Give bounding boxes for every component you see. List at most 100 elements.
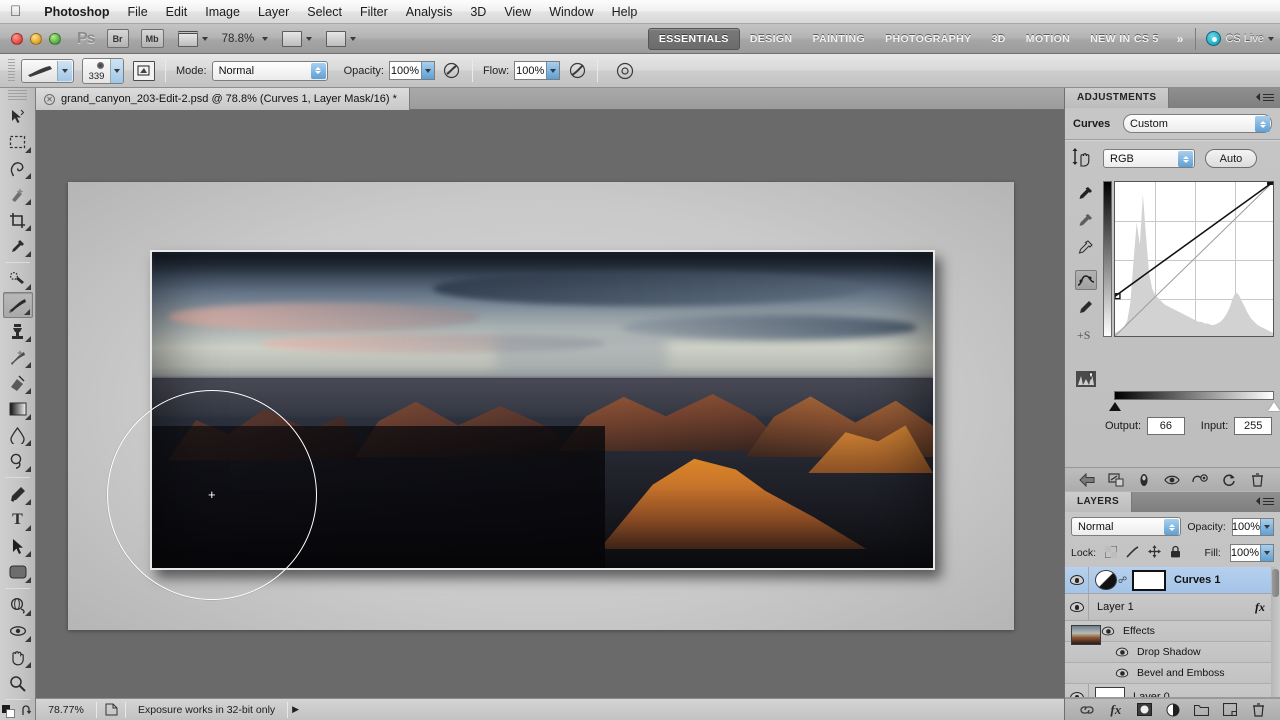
bridge-button[interactable]: Br	[106, 29, 129, 48]
curves-preset-select[interactable]: Custom	[1123, 114, 1272, 133]
brush-tool[interactable]	[2, 292, 33, 318]
lock-transparency-icon[interactable]	[1104, 545, 1118, 561]
gradient-tool[interactable]	[3, 396, 33, 422]
workspace-photography[interactable]: PHOTOGRAPHY	[875, 24, 981, 54]
mask-link-icon[interactable]: ☍	[1117, 575, 1128, 586]
clip-to-layer-icon[interactable]	[1134, 471, 1154, 489]
eyedropper-tool[interactable]	[3, 233, 33, 259]
mini-bridge-button[interactable]: Mb	[140, 29, 164, 48]
blend-mode-select[interactable]: Normal	[211, 60, 328, 81]
layer-effects-indicator[interactable]: fx	[1255, 600, 1269, 615]
black-point-eyedropper-icon[interactable]	[1075, 183, 1097, 203]
view-extras-menu[interactable]	[177, 30, 208, 47]
workspace-essentials[interactable]: ESSENTIALS	[647, 27, 740, 50]
layer-thumbnail[interactable]	[1071, 624, 1101, 645]
layer-opacity-input[interactable]: 100%	[1231, 517, 1274, 536]
preview-toggle-icon[interactable]	[1191, 471, 1211, 489]
document-canvas[interactable]: +	[36, 110, 1064, 698]
tab-adjustments[interactable]: ADJUSTMENTS	[1065, 88, 1170, 108]
tool-preset-picker[interactable]	[133, 60, 155, 81]
adjustments-panel-menu-icon[interactable]	[1256, 92, 1274, 103]
expand-view-icon[interactable]	[1106, 471, 1126, 489]
brush-size-picker[interactable]: 339	[82, 57, 124, 84]
white-point-eyedropper-icon[interactable]	[1075, 237, 1097, 257]
workspace-overflow-icon[interactable]: »	[1169, 32, 1192, 46]
layer-effect-row-bevel-and-emboss[interactable]: Bevel and Emboss	[1065, 663, 1280, 684]
default-colors-icon[interactable]	[1, 705, 15, 718]
opacity-slider-chevron-icon[interactable]	[1260, 518, 1273, 535]
swap-colors-icon[interactable]	[21, 705, 34, 718]
opacity-input[interactable]: 100%	[388, 61, 435, 80]
layer-row-curves-1[interactable]: ☍ Curves 1	[1065, 566, 1280, 594]
new-group-icon[interactable]	[1192, 701, 1212, 719]
spot-healing-brush-tool[interactable]	[3, 266, 33, 292]
workspace-design[interactable]: DESIGN	[740, 24, 803, 54]
curves-graph[interactable]	[1114, 181, 1274, 337]
layer-visibility-toggle[interactable]	[1065, 566, 1089, 594]
menu-item-filter[interactable]: Filter	[351, 0, 397, 24]
layers-panel-menu-icon[interactable]	[1256, 496, 1274, 507]
status-menu-arrow-icon[interactable]: ▶	[288, 704, 303, 715]
curves-channel-select[interactable]: RGB	[1103, 149, 1195, 168]
reset-icon[interactable]	[1219, 471, 1239, 489]
status-zoom-value[interactable]: 78.77%	[36, 704, 96, 716]
new-adjustment-layer-icon[interactable]	[1163, 701, 1183, 719]
lock-image-icon[interactable]	[1126, 545, 1139, 561]
menu-item-analysis[interactable]: Analysis	[397, 0, 462, 24]
layer-blend-mode-select[interactable]: Normal	[1071, 517, 1182, 536]
type-tool[interactable]: T	[3, 507, 33, 533]
zoom-button[interactable]	[49, 32, 61, 45]
arrange-documents-menu[interactable]	[282, 30, 313, 47]
eye-icon[interactable]	[1115, 647, 1129, 657]
delete-layer-icon[interactable]	[1249, 701, 1269, 719]
path-selection-tool[interactable]	[3, 533, 33, 559]
link-layers-icon[interactable]	[1077, 701, 1097, 719]
blend-mode-stepper-icon[interactable]	[1164, 519, 1180, 535]
dodge-tool[interactable]	[3, 448, 33, 474]
menu-item-layer[interactable]: Layer	[249, 0, 298, 24]
layer-style-icon[interactable]: fx	[1106, 701, 1126, 719]
workspace-new-in-cs5[interactable]: NEW IN CS 5	[1080, 24, 1169, 54]
layer-row-layer-1[interactable]: Layer 1 fx ▲	[1065, 593, 1280, 645]
opacity-slider-chevron-icon[interactable]	[420, 62, 434, 79]
layer-name[interactable]: Layer 1	[1097, 601, 1134, 613]
new-layer-icon[interactable]	[1220, 701, 1240, 719]
flow-pressure-toggle[interactable]	[567, 61, 587, 81]
quick-selection-tool[interactable]	[3, 181, 33, 207]
layers-scrollbar[interactable]	[1271, 567, 1280, 711]
back-arrow-icon[interactable]	[1077, 471, 1097, 489]
layer-effect-row-drop-shadow[interactable]: Drop Shadow	[1065, 642, 1280, 663]
zoom-chevron-down-icon[interactable]	[262, 36, 269, 41]
close-button[interactable]	[11, 32, 23, 45]
menu-item-view[interactable]: View	[495, 0, 540, 24]
flow-slider-chevron-icon[interactable]	[546, 62, 560, 79]
eye-icon[interactable]	[1101, 626, 1115, 636]
brush-size-chevron-icon[interactable]	[110, 58, 123, 83]
3d-orbit-tool[interactable]	[3, 618, 33, 644]
move-tool[interactable]	[3, 103, 33, 129]
opacity-pressure-toggle[interactable]	[442, 61, 462, 81]
eye-icon[interactable]	[1115, 668, 1129, 678]
lock-all-icon[interactable]	[1170, 545, 1181, 561]
apple-icon[interactable]: 	[10, 4, 21, 19]
cs-live-menu[interactable]: CS Live	[1195, 27, 1274, 50]
minimize-button[interactable]	[30, 32, 42, 45]
options-bar-grip[interactable]	[8, 58, 15, 83]
fill-slider-chevron-icon[interactable]	[1260, 545, 1273, 561]
hand-tool[interactable]	[3, 644, 33, 670]
brush-preset-picker[interactable]	[21, 58, 74, 83]
eraser-tool[interactable]	[3, 370, 33, 396]
3d-rotate-tool[interactable]	[3, 592, 33, 618]
layer-mask-icon[interactable]	[1134, 701, 1154, 719]
gray-point-eyedropper-icon[interactable]	[1075, 210, 1097, 230]
document-info-icon[interactable]	[97, 703, 125, 716]
curves-onimage-adjust-icon[interactable]	[1071, 146, 1093, 171]
menu-item-select[interactable]: Select	[298, 0, 351, 24]
menu-item-image[interactable]: Image	[196, 0, 249, 24]
zoom-tool[interactable]	[3, 670, 33, 696]
clone-stamp-tool[interactable]	[3, 318, 33, 344]
layer-fill-input[interactable]: 100%	[1229, 544, 1274, 562]
screen-mode-menu[interactable]	[326, 30, 357, 47]
menu-item-3d[interactable]: 3D	[461, 0, 495, 24]
pencil-draw-curve-icon[interactable]	[1075, 297, 1097, 317]
